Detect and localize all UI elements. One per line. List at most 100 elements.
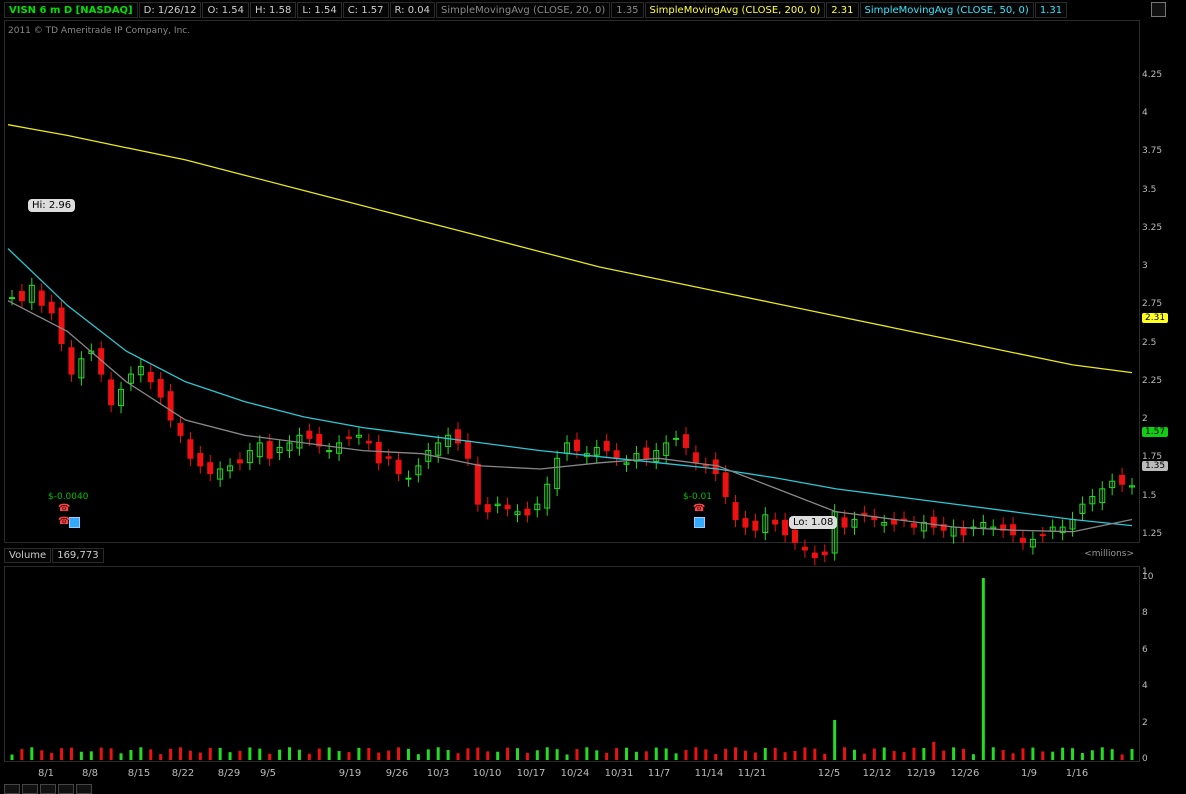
- candle-body: [236, 459, 243, 464]
- date-axis-tick: 10/3: [426, 768, 450, 779]
- zoom-out-button[interactable]: [58, 784, 74, 794]
- scroll-left-button[interactable]: [4, 784, 20, 794]
- date-axis-tick: 11/14: [694, 768, 724, 779]
- candle-body: [197, 453, 204, 467]
- volume-bar: [149, 749, 153, 760]
- volume-bar: [297, 749, 301, 760]
- date-axis-tick: 8/1: [37, 768, 55, 779]
- candle-body: [9, 297, 15, 300]
- candle-body: [395, 459, 402, 475]
- volume-bar: [793, 750, 797, 760]
- volume-bar: [872, 748, 876, 760]
- phone-icon[interactable]: ☎: [58, 516, 70, 527]
- earnings-icon[interactable]: [69, 517, 80, 528]
- volume-bar: [466, 748, 470, 760]
- volume-bar: [684, 749, 688, 760]
- volume-bar: [129, 749, 133, 760]
- volume-bar: [496, 751, 500, 760]
- candle-body: [643, 447, 650, 459]
- volume-bar: [347, 752, 351, 760]
- scroll-right-button[interactable]: [22, 784, 38, 794]
- volume-bar: [406, 748, 410, 760]
- volume-bar: [1001, 750, 1005, 760]
- date-axis-tick: 9/26: [385, 768, 409, 779]
- volume-bar: [178, 747, 182, 760]
- volume-bar: [625, 747, 629, 760]
- volume-bar: [515, 748, 519, 760]
- volume-bar: [783, 752, 787, 760]
- volume-bar: [159, 754, 163, 760]
- candle-body: [891, 519, 898, 525]
- volume-bar: [952, 747, 956, 760]
- candle-body: [375, 442, 382, 464]
- phone-icon[interactable]: ☎: [58, 503, 70, 514]
- candle-body: [930, 516, 937, 528]
- volume-bar: [377, 752, 381, 760]
- candle-body: [1119, 474, 1126, 485]
- price-axis-tick: 3.5: [1142, 184, 1157, 195]
- candle-body: [58, 307, 65, 344]
- volume-bar: [218, 747, 222, 760]
- volume-bar: [248, 747, 252, 760]
- date-axis-tick: 10/10: [472, 768, 502, 779]
- volume-bar: [109, 748, 113, 760]
- candle-body: [821, 551, 828, 556]
- candle-body: [910, 523, 917, 528]
- low-callout: Lo: 1.08: [789, 516, 838, 529]
- volume-bar: [753, 752, 757, 760]
- candle-body: [742, 518, 749, 528]
- volume-bar: [704, 749, 708, 760]
- volume-bar: [387, 750, 391, 760]
- volume-bar: [1031, 747, 1035, 760]
- volume-bar: [1080, 752, 1084, 760]
- volume-bar: [238, 751, 242, 760]
- candle-body: [573, 439, 580, 452]
- date-axis-tick: 8/29: [217, 768, 241, 779]
- volume-bar: [664, 748, 668, 760]
- volume-bar: [605, 752, 609, 760]
- volume-bar: [198, 752, 202, 760]
- candle-body: [752, 520, 759, 531]
- candle-body: [732, 502, 739, 520]
- candle-body: [177, 423, 184, 436]
- scroll-end-button[interactable]: [76, 784, 92, 794]
- date-axis-tick: 12/19: [906, 768, 936, 779]
- volume-bar: [10, 754, 14, 760]
- volume-bar: [724, 748, 728, 760]
- volume-bar: [902, 752, 906, 760]
- candle-body: [673, 437, 680, 440]
- candle-body: [504, 504, 511, 510]
- sma20-price-badge: 1.35: [1142, 461, 1169, 471]
- volume-bar: [813, 748, 817, 760]
- earnings-icon[interactable]: [694, 517, 705, 528]
- volume-bar: [615, 748, 619, 760]
- volume-bar: [20, 749, 24, 760]
- scroll-controls[interactable]: [4, 784, 94, 794]
- date-axis-tick: 11/7: [647, 768, 671, 779]
- volume-bar: [882, 747, 886, 760]
- volume-bar: [446, 750, 450, 760]
- volume-bar: [1130, 749, 1134, 760]
- sma200-line: [7, 124, 1133, 374]
- phone-icon[interactable]: ☎: [693, 503, 705, 514]
- volume-bar: [486, 751, 490, 760]
- volume-bar: [337, 751, 341, 760]
- dividend-label-1: $-0.0040: [48, 492, 89, 502]
- candle-body: [167, 391, 174, 421]
- volume-axis-tick: 10: [1142, 572, 1154, 582]
- candle-body: [722, 472, 729, 498]
- zoom-in-button[interactable]: [40, 784, 56, 794]
- candle-body: [108, 379, 115, 406]
- candle-body: [841, 517, 848, 528]
- volume-axis-tick: 0: [1142, 754, 1148, 764]
- volume-bar: [268, 753, 272, 760]
- price-axis-tick: 4: [1142, 108, 1148, 118]
- volume-bar: [208, 747, 212, 760]
- date-axis-tick: 8/22: [171, 768, 195, 779]
- volume-bar: [991, 747, 995, 760]
- volume-bar: [1041, 751, 1045, 760]
- volume-bar: [476, 747, 480, 760]
- volume-bar: [50, 752, 54, 760]
- date-axis-tick: 1/16: [1065, 768, 1089, 779]
- date-axis-tick: 8/8: [81, 768, 99, 779]
